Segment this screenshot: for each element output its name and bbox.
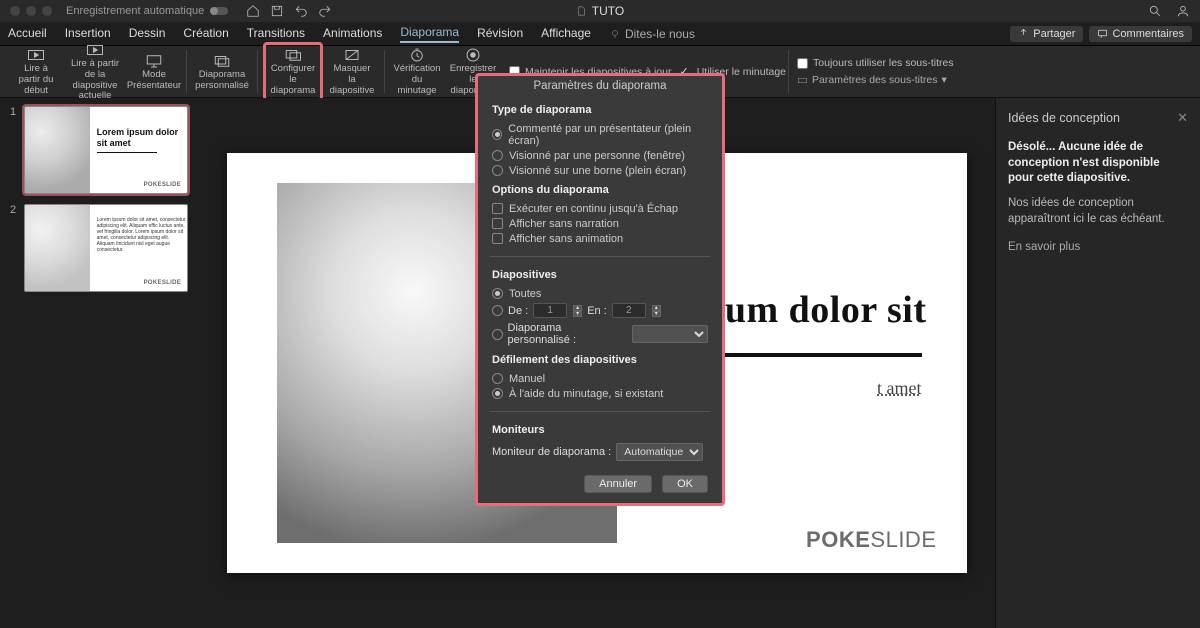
setup-slideshow-label: Configurer le diaporama: [268, 64, 318, 97]
comment-icon: [1097, 28, 1108, 39]
autosave-switch[interactable]: [210, 7, 228, 15]
ribbon-tabs: Accueil Insertion Dessin Création Transi…: [0, 22, 1200, 46]
window-traffic-lights[interactable]: [10, 6, 52, 16]
subtitle-icon: [797, 75, 808, 86]
without-narration-checkbox[interactable]: Afficher sans narration: [492, 216, 708, 231]
zoom-window-icon[interactable]: [42, 6, 52, 16]
play-from-current-button[interactable]: Lire à partir de la diapositive actuelle: [66, 38, 124, 106]
design-ideas-panel: Idées de conception ✕ Désolé... Aucune i…: [995, 98, 1200, 628]
slideshow-settings-dialog: Paramètres du diaporama Type de diaporam…: [475, 73, 725, 506]
tell-me-search[interactable]: Dites-le nous: [609, 27, 695, 41]
section-show-type: Type de diaporama: [492, 104, 708, 116]
custom-slideshow-button[interactable]: Diaporama personnalisé: [193, 49, 251, 95]
custom-slideshow-select[interactable]: [632, 325, 708, 343]
redo-icon[interactable]: [318, 4, 332, 18]
titlebar: Enregistrement automatique TUTO: [0, 0, 1200, 22]
home-icon[interactable]: [246, 4, 260, 18]
thumbnail-watermark: POKESLIDE: [144, 182, 181, 188]
thumbnail-number: 2: [10, 204, 18, 292]
always-use-subtitles-checkbox[interactable]: Toujours utiliser les sous-titres: [797, 57, 954, 69]
share-label: Partager: [1033, 28, 1075, 40]
custom-slideshow-label: Diaporama personnalisé: [195, 70, 249, 92]
slides-custom-radio[interactable]: [492, 329, 503, 340]
tab-transitions[interactable]: Transitions: [247, 26, 305, 42]
dialog-title: Paramètres du diaporama: [478, 76, 722, 100]
share-icon: [1018, 28, 1029, 39]
rehearse-timings-button[interactable]: Vérification du minutage: [391, 43, 443, 100]
document-title-text: TUTO: [592, 4, 624, 18]
monitor-select[interactable]: Automatique: [616, 443, 703, 461]
play-from-start-button[interactable]: Lire à partir du début: [10, 43, 62, 100]
thumbnail-body: Lorem ipsum dolor sit amet, consectetur …: [97, 217, 187, 253]
spin-down-icon[interactable]: ▾: [652, 311, 661, 317]
tab-accueil[interactable]: Accueil: [8, 26, 47, 42]
close-panel-icon[interactable]: ✕: [1177, 110, 1188, 126]
section-show-options: Options du diaporama: [492, 184, 708, 196]
comments-button[interactable]: Commentaires: [1089, 26, 1192, 42]
slides-range-radio[interactable]: [492, 305, 503, 316]
close-window-icon[interactable]: [10, 6, 20, 16]
slide-thumbnails-panel[interactable]: 1 Lorem ipsum dolor sit amet POKESLIDE 2…: [0, 98, 198, 628]
section-slides: Diapositives: [492, 269, 708, 281]
show-type-presenter-radio[interactable]: Commenté par un présentateur (plein écra…: [492, 121, 708, 148]
slide-brand: POKESLIDE: [806, 527, 936, 553]
hide-slide-button[interactable]: Masquer la diapositive: [326, 43, 378, 100]
spin-down-icon[interactable]: ▾: [573, 311, 582, 317]
presenter-view-label: Mode Présentateur: [127, 70, 181, 92]
tab-diaporama[interactable]: Diaporama: [400, 25, 459, 43]
play-from-current-label: Lire à partir de la diapositive actuelle: [70, 59, 120, 103]
autosave-label: Enregistrement automatique: [66, 5, 204, 17]
tab-creation[interactable]: Création: [183, 26, 228, 42]
undo-icon[interactable]: [294, 4, 308, 18]
thumbnail-number: 1: [10, 106, 18, 194]
tab-dessin[interactable]: Dessin: [129, 26, 166, 42]
play-from-start-label: Lire à partir du début: [14, 64, 58, 97]
design-ideas-title: Idées de conception: [1008, 111, 1120, 125]
design-ideas-body: Nos idées de conception apparaîtront ici…: [1008, 195, 1188, 227]
minimize-window-icon[interactable]: [26, 6, 36, 16]
search-icon[interactable]: [1148, 4, 1162, 18]
slides-all-radio[interactable]: Toutes: [492, 286, 708, 301]
rehearse-timings-label: Vérification du minutage: [394, 64, 441, 97]
slides-from-input[interactable]: [533, 303, 567, 318]
advance-timing-radio[interactable]: À l'aide du minutage, si existant: [492, 386, 708, 401]
setup-slideshow-button[interactable]: Configurer le diaporama: [264, 43, 322, 100]
tab-revision[interactable]: Révision: [477, 26, 523, 42]
loop-until-esc-checkbox[interactable]: Exécuter en continu jusqu'à Échap: [492, 201, 708, 216]
without-animation-checkbox[interactable]: Afficher sans animation: [492, 231, 708, 246]
autosave-toggle[interactable]: Enregistrement automatique: [66, 5, 228, 17]
ok-button[interactable]: OK: [662, 475, 708, 493]
thumbnail-title: Lorem ipsum dolor sit amet: [97, 127, 187, 149]
presenter-view-button[interactable]: Mode Présentateur: [128, 49, 180, 95]
hide-slide-label: Masquer la diapositive: [330, 64, 375, 97]
slide-thumbnail-1[interactable]: 1 Lorem ipsum dolor sit amet POKESLIDE: [10, 106, 188, 194]
document-title: TUTO: [576, 4, 624, 18]
monitor-label: Moniteur de diaporama :: [492, 446, 611, 458]
design-ideas-learn-more-link[interactable]: En savoir plus: [1008, 241, 1188, 253]
tell-me-label: Dites-le nous: [625, 27, 695, 41]
save-icon[interactable]: [270, 4, 284, 18]
section-advance-slides: Défilement des diapositives: [492, 354, 708, 366]
slide-subtitle-text: t amet: [877, 378, 921, 399]
cancel-button[interactable]: Annuler: [584, 475, 652, 493]
show-type-individual-radio[interactable]: Visionné par une personne (fenêtre): [492, 148, 708, 163]
share-button[interactable]: Partager: [1010, 26, 1083, 42]
lightbulb-icon: [609, 28, 621, 40]
slide-title-text: sum dolor sit: [710, 288, 927, 332]
section-monitors: Moniteurs: [492, 424, 708, 436]
subtitle-settings-dropdown[interactable]: Paramètres des sous-titres ▾: [797, 74, 954, 86]
show-type-kiosk-radio[interactable]: Visionné sur une borne (plein écran): [492, 163, 708, 178]
slide-thumbnail-2[interactable]: 2 Lorem ipsum dolor sit amet, consectetu…: [10, 204, 188, 292]
slides-to-input[interactable]: [612, 303, 646, 318]
account-icon[interactable]: [1176, 4, 1190, 18]
tab-affichage[interactable]: Affichage: [541, 26, 591, 42]
comments-label: Commentaires: [1112, 28, 1184, 40]
tab-animations[interactable]: Animations: [323, 26, 382, 42]
design-ideas-sorry: Désolé... Aucune idée de conception n'es…: [1008, 140, 1188, 187]
document-icon: [576, 4, 587, 18]
thumbnail-watermark: POKESLIDE: [144, 280, 181, 286]
chevron-down-icon: ▾: [941, 74, 946, 86]
advance-manual-radio[interactable]: Manuel: [492, 371, 708, 386]
